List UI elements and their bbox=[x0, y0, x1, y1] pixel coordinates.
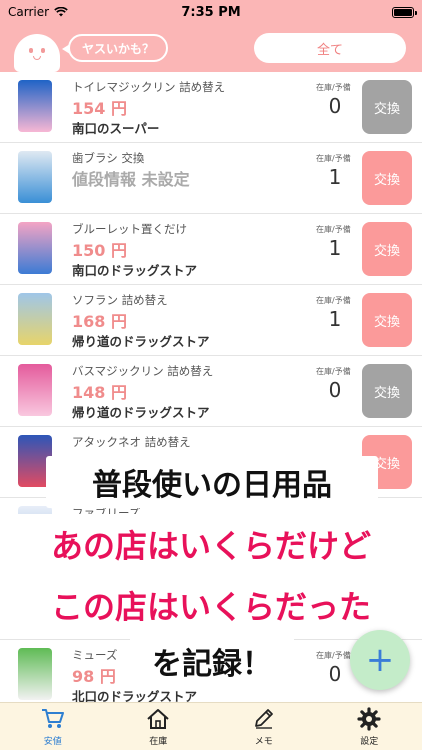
battery-icon bbox=[392, 6, 417, 18]
product-image bbox=[18, 648, 52, 700]
list-item[interactable]: ソフラン 詰め替え 168 円帰り道のドラッグストア 在庫/予備 1 交換 bbox=[0, 285, 422, 356]
cart-icon bbox=[40, 706, 66, 732]
gear-icon bbox=[356, 706, 382, 732]
product-name: トイレマジックリン 詰め替え bbox=[72, 80, 226, 94]
store-name: 帰り道のドラッグストア bbox=[72, 334, 210, 349]
swap-button[interactable]: 交換 bbox=[362, 364, 412, 418]
pencil-icon bbox=[251, 706, 277, 732]
product-image bbox=[18, 293, 52, 345]
product-name: アタックネオ 詰め替え bbox=[72, 435, 191, 449]
tab-settings-label: 設定 bbox=[360, 737, 379, 747]
nav-bar: ヤスいかも？ 全て bbox=[0, 24, 422, 72]
add-item-button[interactable]: + bbox=[350, 630, 410, 690]
stock-label: 在庫/予備 bbox=[316, 296, 351, 305]
stock-count: 0 bbox=[328, 94, 342, 118]
store-name: 南口のスーパー bbox=[72, 121, 160, 136]
wifi-icon bbox=[54, 7, 68, 17]
tab-cheapest[interactable]: 安値 bbox=[0, 703, 106, 750]
product-name: ブルーレット置くだけ bbox=[72, 222, 187, 236]
list-item[interactable]: バスマジックリン 詰め替え 148 円帰り道のドラッグストア 在庫/予備 0 交換 bbox=[0, 356, 422, 427]
swap-button[interactable]: 交換 bbox=[362, 293, 412, 347]
product-name: バスマジックリン 詰め替え bbox=[72, 364, 214, 378]
product-name: 歯ブラシ 交換 bbox=[72, 151, 145, 165]
promo-line-2: あの店はいくらだけど bbox=[0, 514, 422, 574]
stock-label: 在庫/予備 bbox=[316, 225, 351, 234]
list-item[interactable]: トイレマジックリン 詰め替え 154 円南口のスーパー 在庫/予備 0 交換 bbox=[0, 72, 422, 143]
swap-button[interactable]: 交換 bbox=[362, 151, 412, 205]
mascot-icon bbox=[14, 34, 60, 72]
stock-count: 0 bbox=[328, 378, 342, 402]
product-image bbox=[18, 364, 52, 416]
tab-settings[interactable]: 設定 bbox=[317, 703, 422, 750]
tab-memo[interactable]: メモ bbox=[211, 703, 317, 750]
status-left: Carrier bbox=[8, 5, 68, 19]
stock-count: 1 bbox=[328, 307, 342, 331]
stock-label: 在庫/予備 bbox=[316, 154, 351, 163]
list-item[interactable]: 歯ブラシ 交換値段情報 未設定 在庫/予備 1 交換 bbox=[0, 143, 422, 214]
store-name: 北口のドラッグストア bbox=[72, 689, 198, 702]
tab-stock[interactable]: 在庫 bbox=[106, 703, 212, 750]
status-right bbox=[392, 6, 417, 18]
promo-line-3: この店はいくらだった bbox=[0, 576, 422, 634]
store-name: 帰り道のドラッグストア bbox=[72, 405, 210, 420]
swap-button[interactable]: 交換 bbox=[362, 80, 412, 134]
product-price: 154 円 bbox=[72, 99, 127, 118]
stock-label: 在庫/予備 bbox=[316, 651, 351, 660]
promo-line-1: 普段使いの日用品 bbox=[46, 456, 378, 508]
status-bar: Carrier 7:35 PM bbox=[0, 0, 422, 24]
product-price: 168 円 bbox=[72, 312, 127, 331]
list-item[interactable]: ブルーレット置くだけ 150 円南口のドラッグストア 在庫/予備 1 交換 bbox=[0, 214, 422, 285]
stock-count: 1 bbox=[328, 165, 342, 189]
swap-button[interactable]: 交換 bbox=[362, 222, 412, 276]
product-price: 148 円 bbox=[72, 383, 127, 402]
tab-cheapest-label: 安値 bbox=[43, 737, 62, 747]
product-image bbox=[18, 222, 52, 274]
tab-stock-label: 在庫 bbox=[149, 737, 168, 747]
product-name: ソフラン 詰め替え bbox=[72, 293, 168, 307]
house-icon bbox=[145, 706, 171, 732]
promo-line-4: を記録！ bbox=[130, 636, 294, 686]
stock-label: 在庫/予備 bbox=[316, 367, 351, 376]
stock-label: 在庫/予備 bbox=[316, 83, 351, 92]
carrier-label: Carrier bbox=[8, 5, 50, 19]
filter-all-button[interactable]: 全て bbox=[254, 33, 406, 63]
product-image bbox=[18, 151, 52, 203]
speech-bubble: ヤスいかも？ bbox=[62, 34, 168, 62]
tab-memo-label: メモ bbox=[254, 737, 273, 747]
store-name: 南口のドラッグストア bbox=[72, 263, 198, 278]
product-price: 150 円 bbox=[72, 241, 127, 260]
product-image bbox=[18, 80, 52, 132]
product-name: ミューズ bbox=[72, 648, 118, 662]
tab-bar: 安値 在庫 メモ 設定 bbox=[0, 702, 422, 750]
stock-count: 1 bbox=[328, 236, 342, 260]
stock-count: 0 bbox=[328, 662, 342, 686]
product-price: 98 円 bbox=[72, 667, 116, 686]
product-price: 値段情報 未設定 bbox=[72, 170, 190, 189]
